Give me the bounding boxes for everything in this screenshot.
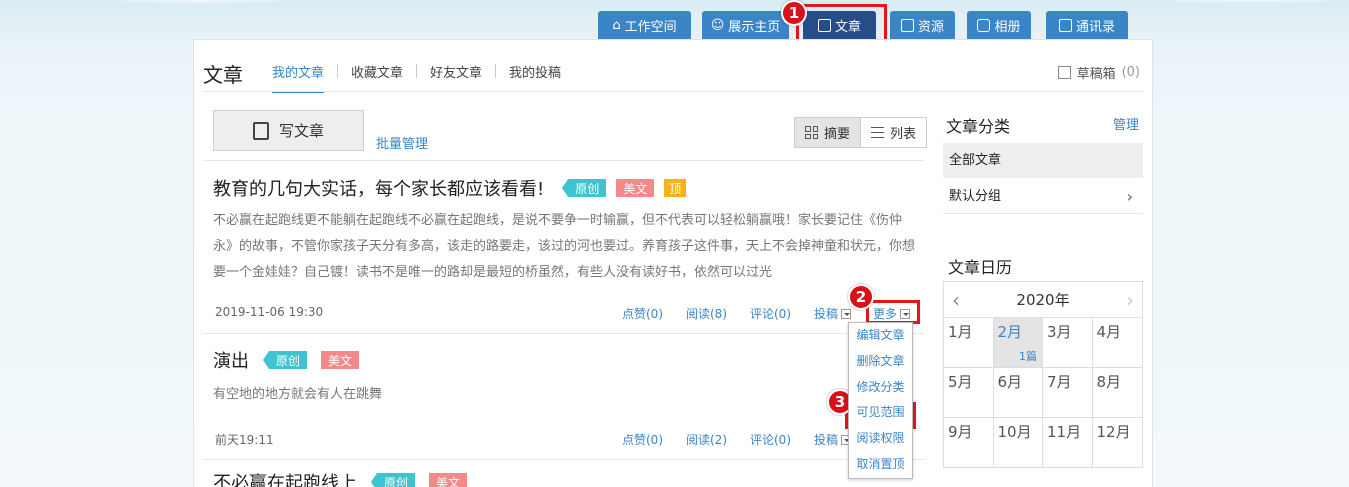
article-tabs: 我的文章 收藏文章 好友文章 我的投稿 bbox=[272, 62, 561, 93]
batch-manage-link[interactable]: 批量管理 bbox=[376, 133, 428, 152]
article-divider bbox=[203, 333, 924, 334]
article-title[interactable]: 不必赢在起跑线上 bbox=[213, 469, 357, 487]
calendar-year: 2020年 bbox=[1016, 291, 1070, 309]
article-divider bbox=[203, 459, 924, 460]
month-cell[interactable]: 12月 bbox=[1093, 418, 1143, 468]
tag-essay: 美文 bbox=[321, 351, 360, 369]
month-cell[interactable]: 8月 bbox=[1092, 368, 1142, 418]
comment-link[interactable]: 评论(0) bbox=[750, 431, 791, 448]
calendar-section: 文章日历 bbox=[943, 254, 1143, 278]
tab-divider bbox=[337, 64, 339, 78]
home-icon: ⌂ bbox=[612, 17, 621, 33]
article-title[interactable]: 演出 bbox=[213, 347, 249, 373]
view-list-button[interactable]: 列表 bbox=[860, 118, 927, 147]
menu-read-permission[interactable]: 阅读权限 bbox=[849, 426, 912, 452]
calendar-title: 文章日历 bbox=[948, 258, 1013, 277]
menu-change-category[interactable]: 修改分类 bbox=[849, 375, 912, 401]
like-link[interactable]: 点赞(0) bbox=[622, 431, 663, 448]
camera-icon bbox=[977, 18, 991, 32]
month-cell[interactable]: 7月 bbox=[1043, 368, 1093, 418]
tab-divider bbox=[495, 64, 497, 78]
more-dropdown-menu: 编辑文章 删除文章 修改分类 可见范围 阅读权限 取消置顶 bbox=[848, 322, 913, 479]
contacts-icon bbox=[1058, 18, 1072, 32]
article-calendar: ‹ 2020年 › 1月 2月 1篇 3月 4月 5月 6月 7月 8月 9月 … bbox=[943, 281, 1143, 468]
list-divider bbox=[203, 160, 924, 161]
nav-resources[interactable]: 资源 bbox=[890, 11, 955, 39]
callout-badge-2: 2 bbox=[848, 284, 874, 310]
submit-link[interactable]: 投稿 bbox=[814, 305, 852, 322]
month-cell[interactable]: 3月 bbox=[1043, 318, 1093, 368]
nav-contacts[interactable]: 通讯录 bbox=[1046, 11, 1128, 39]
write-article-button[interactable]: 写文章 bbox=[213, 110, 364, 151]
tag-pinned: 顶 bbox=[664, 179, 687, 197]
menu-delete-article[interactable]: 删除文章 bbox=[849, 349, 912, 375]
menu-unpin[interactable]: 取消置顶 bbox=[849, 452, 912, 478]
month-cell[interactable]: 6月 bbox=[993, 368, 1043, 418]
month-cell[interactable]: 11月 bbox=[1043, 418, 1093, 468]
tab-my-submissions[interactable]: 我的投稿 bbox=[509, 62, 561, 93]
read-count[interactable]: 阅读(2) bbox=[686, 431, 727, 448]
prev-year-icon[interactable]: ‹ bbox=[952, 288, 960, 312]
write-icon bbox=[252, 121, 269, 140]
tab-friend-articles[interactable]: 好友文章 bbox=[430, 62, 482, 93]
callout-badge-1: 1 bbox=[781, 0, 807, 26]
nav-homepage[interactable]: ☺ 展示主页 bbox=[702, 11, 789, 39]
comment-link[interactable]: 评论(0) bbox=[750, 305, 791, 322]
category-section: 文章分类 管理 bbox=[943, 113, 1143, 137]
submit-link[interactable]: 投稿 bbox=[814, 431, 852, 448]
user-icon: ☺ bbox=[710, 17, 725, 33]
chevron-right-icon: › bbox=[1126, 187, 1133, 206]
tag-original: 原创 bbox=[262, 351, 308, 369]
article-actions: 点赞(0) 阅读(2) 评论(0) 投稿 bbox=[622, 431, 852, 448]
menu-edit-article[interactable]: 编辑文章 bbox=[849, 323, 912, 349]
article-summary: 不必赢在起跑线更不能躺在起跑线不必赢在起跑线，是说不要争一时输赢，但不代表可以轻… bbox=[213, 213, 916, 280]
month-cell[interactable]: 5月 bbox=[944, 368, 994, 418]
article-date: 2019-11-06 19:30 bbox=[215, 305, 324, 319]
category-list: 全部文章 默认分组 › bbox=[943, 143, 1143, 214]
article-date: 前天19:11 bbox=[215, 433, 274, 447]
nav-workspace[interactable]: ⌂ 工作空间 bbox=[598, 11, 691, 39]
month-cell[interactable]: 4月 bbox=[1092, 318, 1142, 368]
month-article-count: 1篇 bbox=[1019, 350, 1037, 363]
month-cell[interactable]: 10月 bbox=[994, 418, 1043, 468]
tag-essay: 美文 bbox=[429, 473, 468, 487]
page-title: 文章 bbox=[203, 63, 243, 87]
file-icon bbox=[900, 18, 914, 32]
chevron-down-icon bbox=[841, 309, 852, 319]
highlight-more-button bbox=[866, 300, 920, 324]
next-year-icon[interactable]: › bbox=[1126, 288, 1134, 312]
view-summary-button[interactable]: 摘要 bbox=[795, 118, 861, 147]
like-link[interactable]: 点赞(0) bbox=[622, 305, 663, 322]
month-cell-current[interactable]: 2月 1篇 bbox=[993, 318, 1043, 368]
menu-visibility[interactable]: 可见范围 bbox=[849, 400, 912, 426]
month-cell[interactable]: 9月 bbox=[944, 418, 994, 468]
drafts-icon bbox=[1057, 66, 1071, 79]
category-all[interactable]: 全部文章 bbox=[943, 143, 1143, 178]
nav-album[interactable]: 相册 bbox=[967, 11, 1031, 39]
tag-original: 原创 bbox=[370, 473, 416, 487]
tag-original: 原创 bbox=[562, 179, 607, 197]
month-grid: 1月 2月 1篇 3月 4月 5月 6月 7月 8月 9月 10月 11月 12… bbox=[944, 318, 1142, 468]
grid-icon bbox=[805, 126, 818, 139]
article-summary: 有空地的地方就会有人在跳舞 bbox=[213, 387, 383, 402]
month-cell[interactable]: 1月 bbox=[944, 318, 994, 368]
tab-my-articles[interactable]: 我的文章 bbox=[272, 62, 325, 93]
view-switcher: 摘要 列表 bbox=[794, 117, 928, 148]
read-count[interactable]: 阅读(8) bbox=[686, 305, 727, 322]
manage-categories-link[interactable]: 管理 bbox=[1113, 114, 1139, 133]
category-default[interactable]: 默认分组 › bbox=[943, 179, 1143, 214]
tab-favorite-articles[interactable]: 收藏文章 bbox=[351, 62, 403, 93]
header-divider bbox=[203, 91, 1143, 92]
drafts-link[interactable]: 草稿箱 (0) bbox=[1057, 63, 1140, 82]
list-icon bbox=[871, 127, 885, 138]
tab-divider bbox=[416, 64, 418, 78]
tag-essay: 美文 bbox=[616, 179, 655, 197]
article-title[interactable]: 教育的几句大实话，每个家长都应该看看! bbox=[213, 175, 544, 201]
